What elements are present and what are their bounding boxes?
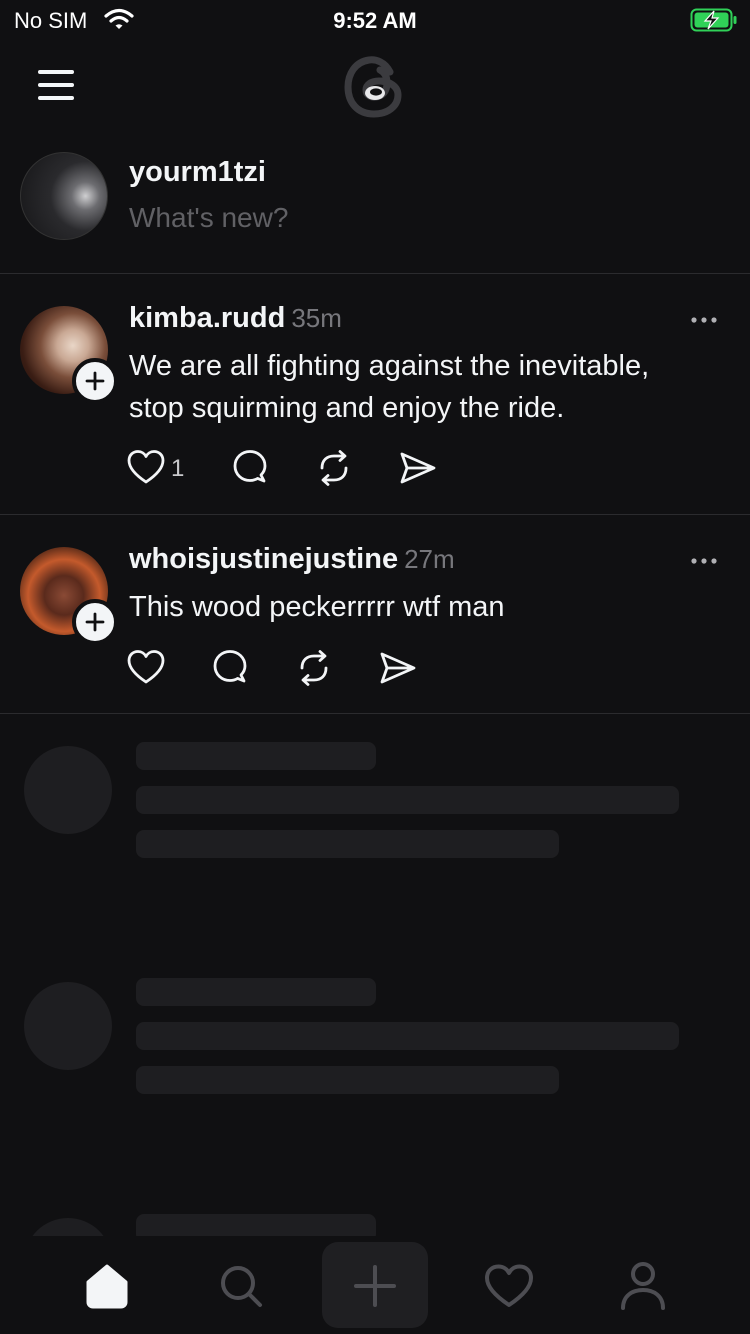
skeleton-line <box>136 742 376 770</box>
share-icon[interactable] <box>398 448 438 488</box>
repost-icon[interactable] <box>314 448 354 488</box>
hamburger-menu-icon-bar-top <box>38 70 74 74</box>
battery-charging-icon <box>690 8 738 32</box>
follow-button[interactable] <box>72 599 118 645</box>
menu-button[interactable] <box>30 62 82 108</box>
post-author-username[interactable]: whoisjustinejustine <box>129 543 398 575</box>
threads-logo-icon[interactable] <box>338 50 412 124</box>
post-text-line: We are all fighting against the inevitab… <box>129 350 650 382</box>
follow-button[interactable] <box>72 358 118 404</box>
post-body: We are all fighting against the inevitab… <box>129 345 649 429</box>
home-icon[interactable] <box>77 1258 137 1314</box>
post-author-username[interactable]: kimba.rudd <box>129 302 285 334</box>
repost-icon[interactable] <box>294 648 334 688</box>
skeleton-line <box>136 830 559 858</box>
loading-skeleton-feed <box>0 714 750 1236</box>
composer-username: yourm1tzi <box>129 156 266 188</box>
post-text-line: This wood peckerrrrr wtf man <box>129 591 505 623</box>
create-icon[interactable] <box>345 1258 405 1314</box>
reply-icon[interactable] <box>230 448 270 488</box>
my-avatar[interactable] <box>20 152 108 240</box>
plus-icon <box>85 371 105 391</box>
skeleton-avatar <box>24 746 112 834</box>
skeleton-line <box>136 786 679 814</box>
share-icon[interactable] <box>378 648 418 688</box>
hamburger-menu-icon-bar-middle <box>38 83 74 87</box>
skeleton-avatar <box>24 982 112 1070</box>
profile-icon[interactable] <box>613 1258 673 1314</box>
like-icon[interactable] <box>126 448 166 488</box>
reply-icon[interactable] <box>210 648 250 688</box>
like-icon[interactable] <box>126 648 166 688</box>
search-icon[interactable] <box>211 1258 271 1314</box>
skeleton-line <box>136 1066 559 1094</box>
skeleton-line <box>136 1214 376 1236</box>
post-author-line: whoisjustinejustine 27m <box>129 543 455 576</box>
compose-input[interactable]: What's new? <box>129 202 288 234</box>
activity-heart-icon[interactable] <box>479 1258 539 1314</box>
post-author-line: kimba.rudd 35m <box>129 302 342 335</box>
like-count: 1 <box>171 455 185 482</box>
hamburger-menu-icon-bar-bottom <box>38 96 74 100</box>
more-options-icon[interactable] <box>688 551 722 571</box>
status-time: 9:52 AM <box>333 8 417 33</box>
post-body: This wood peckerrrrr wtf man <box>129 586 505 628</box>
skeleton-avatar <box>24 1218 112 1236</box>
skeleton-line <box>136 1022 679 1050</box>
post-card[interactable]: kimba.rudd 35m We are all fighting agains… <box>0 274 750 514</box>
post-card[interactable]: whoisjustinejustine 27m This wood peckerr… <box>0 515 750 713</box>
post-timestamp: 27m <box>404 544 455 574</box>
post-timestamp: 35m <box>291 303 342 333</box>
status-bar: No SIM 9:52 AM <box>0 0 750 40</box>
more-options-icon[interactable] <box>688 310 722 330</box>
plus-icon <box>85 612 105 632</box>
post-text-line: stop squirming and enjoy the ride. <box>129 392 565 424</box>
skeleton-line <box>136 978 376 1006</box>
